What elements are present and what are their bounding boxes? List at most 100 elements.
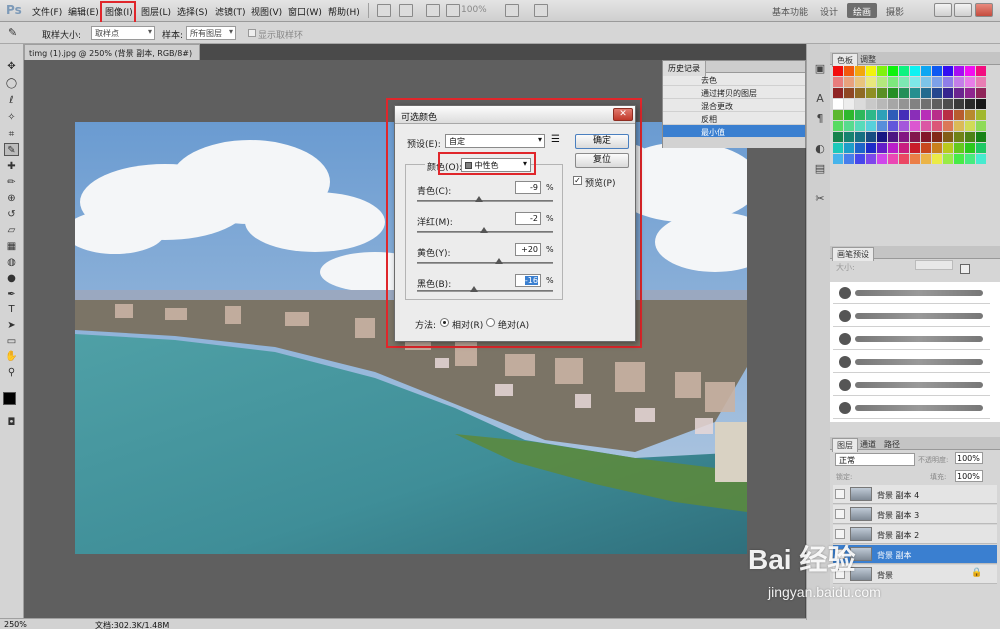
color-swatch[interactable]: [921, 143, 931, 153]
color-swatch[interactable]: [976, 77, 986, 87]
move-tool-icon[interactable]: ✥: [4, 60, 19, 73]
color-swatch[interactable]: [932, 132, 942, 142]
color-swatch[interactable]: [855, 143, 865, 153]
color-swatch[interactable]: [877, 99, 887, 109]
status-zoom[interactable]: 250%: [4, 620, 27, 629]
color-swatch[interactable]: [833, 66, 843, 76]
color-swatch[interactable]: [833, 132, 843, 142]
foreground-color-swatch[interactable]: [3, 392, 16, 405]
black-value-input[interactable]: -16: [515, 274, 541, 287]
color-swatch[interactable]: [833, 143, 843, 153]
layer-row-selected[interactable]: 背景 副本: [833, 545, 997, 564]
lasso-tool-icon[interactable]: ℓ: [4, 94, 19, 107]
layer-visibility-icon[interactable]: [835, 489, 845, 499]
color-swatch[interactable]: [899, 132, 909, 142]
black-slider[interactable]: [417, 290, 553, 292]
layer-row[interactable]: 背景 副本 2: [833, 525, 997, 544]
color-swatch[interactable]: [976, 132, 986, 142]
color-swatch[interactable]: [877, 88, 887, 98]
color-swatch[interactable]: [844, 77, 854, 87]
color-swatch[interactable]: [921, 154, 931, 164]
color-swatch[interactable]: [976, 110, 986, 120]
paragraph-icon[interactable]: ¶: [813, 112, 827, 126]
color-swatch[interactable]: [855, 88, 865, 98]
color-swatch[interactable]: [833, 154, 843, 164]
color-swatch[interactable]: [866, 110, 876, 120]
color-swatch[interactable]: [866, 88, 876, 98]
eraser-tool-icon[interactable]: ▱: [4, 224, 19, 237]
clone-tool-icon[interactable]: ⊕: [4, 192, 19, 205]
color-swatch[interactable]: [943, 66, 953, 76]
color-swatch[interactable]: [965, 132, 975, 142]
tool-presets-icon[interactable]: ▤: [813, 162, 827, 176]
yellow-slider[interactable]: [417, 262, 553, 264]
color-swatch[interactable]: [877, 77, 887, 87]
color-swatch[interactable]: [954, 88, 964, 98]
quick-select-tool-icon[interactable]: ✧: [4, 111, 19, 124]
healing-tool-icon[interactable]: ✚: [4, 160, 19, 173]
brush-preset[interactable]: [833, 397, 990, 419]
color-swatch[interactable]: [932, 110, 942, 120]
color-swatch[interactable]: [888, 99, 898, 109]
color-swatch[interactable]: [844, 66, 854, 76]
color-swatch[interactable]: [833, 121, 843, 131]
history-brush-tool-icon[interactable]: ↺: [4, 208, 19, 221]
color-swatch[interactable]: [855, 66, 865, 76]
color-swatch[interactable]: [888, 132, 898, 142]
color-swatch[interactable]: [866, 154, 876, 164]
preset-select[interactable]: 自定 ▾: [445, 134, 545, 148]
tab-brush-presets[interactable]: 画笔预设: [832, 247, 874, 261]
relative-radio[interactable]: [440, 318, 449, 327]
sample-size-select[interactable]: 取样点: [91, 26, 155, 40]
color-swatch[interactable]: [910, 66, 920, 76]
blur-tool-icon[interactable]: ◍: [4, 256, 19, 269]
fill-field[interactable]: 100%: [955, 470, 983, 482]
reset-button[interactable]: 复位: [575, 153, 629, 168]
workspace-painting[interactable]: 绘画: [847, 3, 878, 18]
arrange-icon[interactable]: [505, 4, 519, 17]
color-swatch[interactable]: [932, 77, 942, 87]
color-swatch[interactable]: [910, 143, 920, 153]
history-item[interactable]: 混合更改: [663, 99, 805, 112]
dialog-close-button[interactable]: ✕: [613, 108, 633, 121]
absolute-radio[interactable]: [486, 318, 495, 327]
eyedropper-icon[interactable]: ✎: [8, 26, 17, 39]
color-swatch[interactable]: [932, 88, 942, 98]
character-icon[interactable]: A: [813, 92, 827, 106]
color-swatch[interactable]: [888, 121, 898, 131]
history-item[interactable]: 通过拷贝的图层: [663, 86, 805, 99]
color-swatch[interactable]: [976, 66, 986, 76]
pen-tool-icon[interactable]: ✒: [4, 288, 19, 301]
cyan-value-input[interactable]: -9: [515, 181, 541, 194]
color-swatch[interactable]: [855, 99, 865, 109]
swatch-grid[interactable]: [833, 66, 991, 174]
screen-mode-icon[interactable]: [534, 4, 548, 17]
color-swatch[interactable]: [976, 88, 986, 98]
brush-preset[interactable]: [833, 282, 990, 304]
brush-menu-icon[interactable]: [960, 264, 970, 274]
color-swatch[interactable]: [965, 143, 975, 153]
color-swatch[interactable]: [921, 66, 931, 76]
color-swatch[interactable]: [844, 88, 854, 98]
color-swatch[interactable]: [910, 110, 920, 120]
color-swatch[interactable]: [866, 99, 876, 109]
workspace-photography[interactable]: 摄影: [886, 5, 904, 18]
type-tool-icon[interactable]: T: [4, 303, 19, 316]
navigator-icon[interactable]: ▣: [813, 62, 827, 76]
menu-edit[interactable]: 编辑(E): [68, 5, 99, 18]
layer-row[interactable]: 背景 🔒: [833, 565, 997, 584]
color-swatch[interactable]: [954, 66, 964, 76]
color-swatch[interactable]: [855, 110, 865, 120]
color-swatch[interactable]: [976, 154, 986, 164]
color-swatch[interactable]: [888, 88, 898, 98]
color-swatch[interactable]: [954, 77, 964, 87]
gradient-tool-icon[interactable]: ▦: [4, 240, 19, 253]
tab-layers[interactable]: 图层: [832, 438, 858, 452]
layer-row[interactable]: 背景 副本 3: [833, 505, 997, 524]
color-swatch[interactable]: [965, 88, 975, 98]
color-swatch[interactable]: [943, 88, 953, 98]
hand-zoom-icon[interactable]: [446, 4, 460, 17]
color-swatch[interactable]: [910, 99, 920, 109]
brush-preset[interactable]: [833, 374, 990, 396]
menu-view[interactable]: 视图(V): [251, 5, 282, 18]
